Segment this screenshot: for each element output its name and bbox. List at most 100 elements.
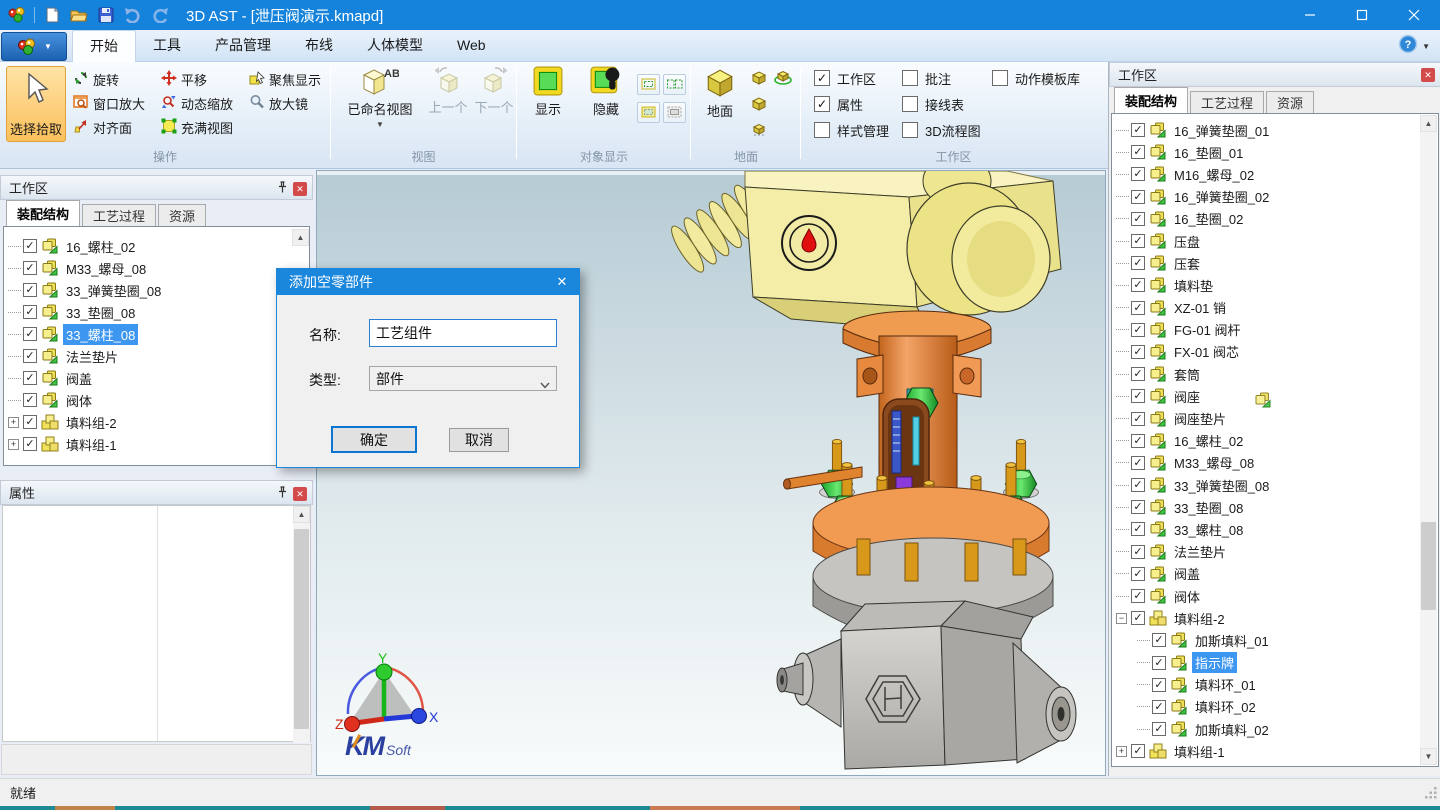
workspace-toggle-1[interactable]: ✓属性: [814, 94, 889, 114]
workspace-toggle-2[interactable]: 样式管理: [814, 120, 889, 140]
tree-item-label[interactable]: 33_螺柱_08: [63, 324, 138, 345]
window-zoom-button[interactable]: 窗口放大: [70, 94, 158, 113]
resize-grip[interactable]: [1424, 786, 1438, 803]
close-button[interactable]: [1388, 0, 1440, 30]
tree-checkbox[interactable]: ✓: [1131, 545, 1145, 559]
help-icon[interactable]: ?: [1398, 34, 1418, 59]
ground-small-2-button[interactable]: [772, 66, 794, 88]
tree-item-label[interactable]: 16_垫圈_01: [1171, 142, 1246, 163]
tree-checkbox[interactable]: ✓: [23, 261, 37, 275]
tree-checkbox[interactable]: ✓: [1131, 367, 1145, 381]
tree-item-label[interactable]: 压盘: [1171, 231, 1203, 252]
tree-item[interactable]: ✓ 33_螺柱_08: [4, 323, 309, 345]
tree-item[interactable]: ✓加斯填料_01: [1112, 629, 1438, 651]
display-option-1-button[interactable]: [637, 74, 660, 95]
tree-checkbox[interactable]: ✓: [1131, 345, 1145, 359]
workspace-toggle-6[interactable]: 动作模板库: [992, 68, 1080, 88]
tree-item[interactable]: ✓16_弹簧垫圈_02: [1112, 186, 1438, 208]
tree-checkbox[interactable]: ✓: [23, 305, 37, 319]
workspace-toggle-4[interactable]: 接线表: [902, 94, 981, 114]
right-panel-tab-1[interactable]: 工艺过程: [1190, 91, 1264, 113]
tree-item-label[interactable]: 填料组-1: [1171, 741, 1228, 762]
new-file-button[interactable]: [40, 4, 64, 26]
tree-checkbox[interactable]: ✓: [1131, 522, 1145, 536]
tree-item[interactable]: ✓阀体: [1112, 585, 1438, 607]
expander-plus-icon[interactable]: +: [1116, 746, 1127, 757]
ground-button[interactable]: 地面: [696, 66, 744, 120]
fit-view-button[interactable]: 充满视图: [158, 118, 246, 137]
tree-item-label[interactable]: M33_螺母_08: [63, 258, 149, 279]
tree-checkbox[interactable]: ✓: [1131, 389, 1145, 403]
tree-checkbox[interactable]: ✓: [1131, 301, 1145, 315]
tree-item-label[interactable]: 16_垫圈_02: [1171, 208, 1246, 229]
scroll-up-icon[interactable]: ▲: [292, 229, 309, 246]
menu-tab-3[interactable]: 布线: [288, 30, 350, 62]
menu-tab-0[interactable]: 开始: [72, 30, 136, 62]
tree-item-label[interactable]: 法兰垫片: [63, 346, 121, 367]
workspace-toggle-3[interactable]: 批注: [902, 68, 981, 88]
tree-item[interactable]: ✓33_弹簧垫圈_08: [1112, 474, 1438, 496]
tree-checkbox[interactable]: ✓: [1131, 567, 1145, 581]
tree-item-label[interactable]: 阀盖: [63, 368, 95, 389]
dialog-close-icon[interactable]: ✕: [554, 274, 570, 290]
tree-item[interactable]: ✓ 填料环_02: [1112, 696, 1438, 718]
tree-checkbox[interactable]: ✓: [1131, 212, 1145, 226]
tree-item-label[interactable]: 16_螺柱_02: [1171, 430, 1246, 451]
scrollbar-thumb[interactable]: [1421, 522, 1436, 610]
tree-item[interactable]: ✓ 33_垫圈_08: [4, 301, 309, 323]
show-button[interactable]: 显示: [522, 66, 574, 118]
tree-item[interactable]: ✓阀体: [4, 389, 309, 411]
tree-checkbox[interactable]: ✓: [1131, 434, 1145, 448]
tree-item-label[interactable]: 阀盖: [1171, 563, 1203, 584]
tree-item[interactable]: ✓M33_螺母_08: [1112, 452, 1438, 474]
tree-item[interactable]: ✓ 16_垫圈_02: [1112, 208, 1438, 230]
display-option-3-button[interactable]: [637, 102, 660, 123]
tree-item[interactable]: ✓ 压盘: [1112, 230, 1438, 252]
align-face-button[interactable]: 对齐面: [70, 118, 158, 137]
left-panel-close-icon[interactable]: ✕: [293, 182, 307, 196]
chevron-down-icon[interactable]: ▼: [1422, 42, 1430, 51]
tree-item-label[interactable]: 压套: [1171, 253, 1203, 274]
tree-item-label[interactable]: 指示牌: [1192, 652, 1237, 673]
scrollbar-thumb[interactable]: [294, 529, 309, 729]
tree-item-label[interactable]: 阀座垫片: [1171, 408, 1229, 429]
tree-item[interactable]: ✓FX-01 阀芯: [1112, 341, 1438, 363]
maximize-button[interactable]: [1336, 0, 1388, 30]
scroll-down-icon[interactable]: ▼: [1420, 748, 1437, 765]
previous-view-button[interactable]: 上一个: [426, 66, 470, 116]
tree-checkbox[interactable]: ✓: [1131, 234, 1145, 248]
ground-small-4-button[interactable]: [748, 118, 770, 140]
next-view-button[interactable]: 下一个: [472, 66, 516, 116]
tree-item[interactable]: ✓33_弹簧垫圈_08: [4, 279, 309, 301]
tree-item-label[interactable]: 法兰垫片: [1171, 541, 1229, 562]
tree-item[interactable]: ✓ M33_螺母_08: [4, 257, 309, 279]
rotate-button[interactable]: 旋转: [70, 70, 158, 89]
tree-item[interactable]: +✓填料组-1: [1112, 740, 1438, 762]
tree-checkbox[interactable]: ✓: [23, 327, 37, 341]
tree-item[interactable]: ✓33_垫圈_08: [1112, 496, 1438, 518]
tree-item-label[interactable]: 33_垫圈_08: [63, 302, 138, 323]
undo-button[interactable]: [121, 4, 145, 26]
tree-item-label[interactable]: 阀体: [1171, 586, 1203, 607]
tree-item[interactable]: ✓指示牌: [1112, 652, 1438, 674]
right-assembly-tree[interactable]: ✓16_弹簧垫圈_01✓16_垫圈_01✓M16_螺母_02✓16_弹簧垫圈_0…: [1111, 113, 1439, 767]
type-select[interactable]: 部件: [369, 366, 557, 391]
tree-checkbox[interactable]: ✓: [1131, 412, 1145, 426]
tree-checkbox[interactable]: ✓: [1152, 722, 1166, 736]
tree-item-label[interactable]: 16_弹簧垫圈_02: [1171, 186, 1272, 207]
left-panel-tab-0[interactable]: 装配结构: [6, 200, 80, 226]
tree-item[interactable]: ✓33_螺柱_08: [1112, 518, 1438, 540]
tree-item-label[interactable]: 填料环_02: [1192, 696, 1259, 717]
tree-item[interactable]: ✓ 阀座垫片: [1112, 407, 1438, 429]
tree-item-label[interactable]: M33_螺母_08: [1171, 452, 1257, 473]
save-button[interactable]: [94, 4, 118, 26]
tree-item[interactable]: ✓ 阀盖: [1112, 563, 1438, 585]
tree-checkbox[interactable]: ✓: [1152, 678, 1166, 692]
right-panel-close-icon[interactable]: ✕: [1421, 68, 1435, 82]
ground-small-1-button[interactable]: [748, 66, 770, 88]
tree-checkbox[interactable]: ✓: [23, 239, 37, 253]
tree-item[interactable]: +✓填料组-1: [4, 433, 309, 455]
pin-icon[interactable]: [277, 486, 288, 502]
tree-checkbox[interactable]: ✓: [1131, 478, 1145, 492]
tree-checkbox[interactable]: ✓: [1152, 700, 1166, 714]
